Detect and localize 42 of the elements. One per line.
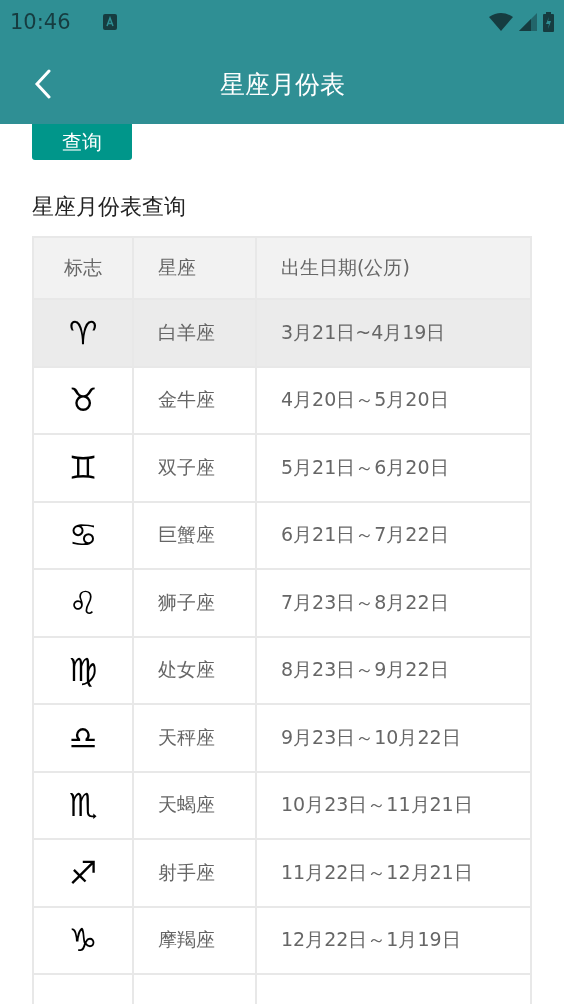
- wifi-icon: [489, 13, 513, 31]
- table-row[interactable]: ♊ 双子座 5月21日～6月20日: [34, 435, 530, 503]
- table-row[interactable]: ♑ 摩羯座 12月22日～1月19日: [34, 907, 530, 975]
- table-row[interactable]: ♉ 金牛座 4月20日～5月20日: [34, 367, 530, 435]
- table-row[interactable]: ♐ 射手座 11月22日～12月21日: [34, 840, 530, 908]
- table-cell: 巨蟹座: [134, 502, 257, 568]
- table-cell: 摩羯座: [134, 907, 257, 973]
- app-bar-title: 星座月份表: [219, 68, 345, 101]
- table-row[interactable]: ♈ 白羊座 3月21日~4月19日: [34, 300, 530, 368]
- table-row[interactable]: ♋ 巨蟹座 6月21日～7月22日: [34, 502, 530, 570]
- table-cell-text: 9月23日～10月22日: [280, 724, 462, 750]
- table-row[interactable]: ♎ 天秤座 9月23日～10月22日: [34, 705, 530, 773]
- column-header: 标志: [34, 238, 134, 298]
- table-cell-text: 3月21日~4月19日: [280, 319, 447, 345]
- table-cell: 天秤座: [134, 705, 257, 771]
- table-cell-text: 7月23日～8月22日: [280, 589, 450, 615]
- query-button[interactable]: 查询: [32, 124, 132, 160]
- table-cell: 白羊座: [134, 300, 257, 366]
- table-cell-text: 8月23日～9月22日: [280, 657, 450, 683]
- status-time: 10:46: [10, 10, 71, 34]
- column-header: 出生日期(公历): [280, 255, 411, 280]
- table-row[interactable]: ♏ 天蝎座 10月23日～11月21日: [34, 772, 530, 840]
- back-icon[interactable]: [34, 69, 52, 99]
- table-cell: 射手座: [134, 840, 257, 906]
- table-cell-text: 6月21日～7月22日: [280, 522, 450, 548]
- section-title: 星座月份表查询: [32, 193, 187, 221]
- table-cell-text: 4月20日～5月20日: [280, 387, 450, 413]
- table-cell-text: 10月23日～11月21日: [280, 792, 474, 818]
- table-cell-text: 11月22日～12月21日: [280, 859, 474, 885]
- signal-icon: [519, 13, 537, 31]
- table-cell: 双子座: [134, 435, 257, 501]
- table-cell-text: 5月21日～6月20日: [280, 454, 450, 480]
- table-cell-text: 12月22日～1月19日: [280, 927, 462, 953]
- table-cell: 金牛座: [134, 367, 257, 433]
- battery-icon: [543, 12, 554, 32]
- column-header: 星座: [134, 238, 257, 298]
- table-row[interactable]: ♌ 狮子座 7月23日～8月22日: [34, 570, 530, 638]
- table-cell: 狮子座: [134, 570, 257, 636]
- table-cell: 天蝎座: [134, 772, 257, 838]
- table-cell: 处女座: [134, 637, 257, 703]
- keyboard-notification-icon: [102, 14, 117, 30]
- table-row[interactable]: ♍ 处女座 8月23日～9月22日: [34, 637, 530, 705]
